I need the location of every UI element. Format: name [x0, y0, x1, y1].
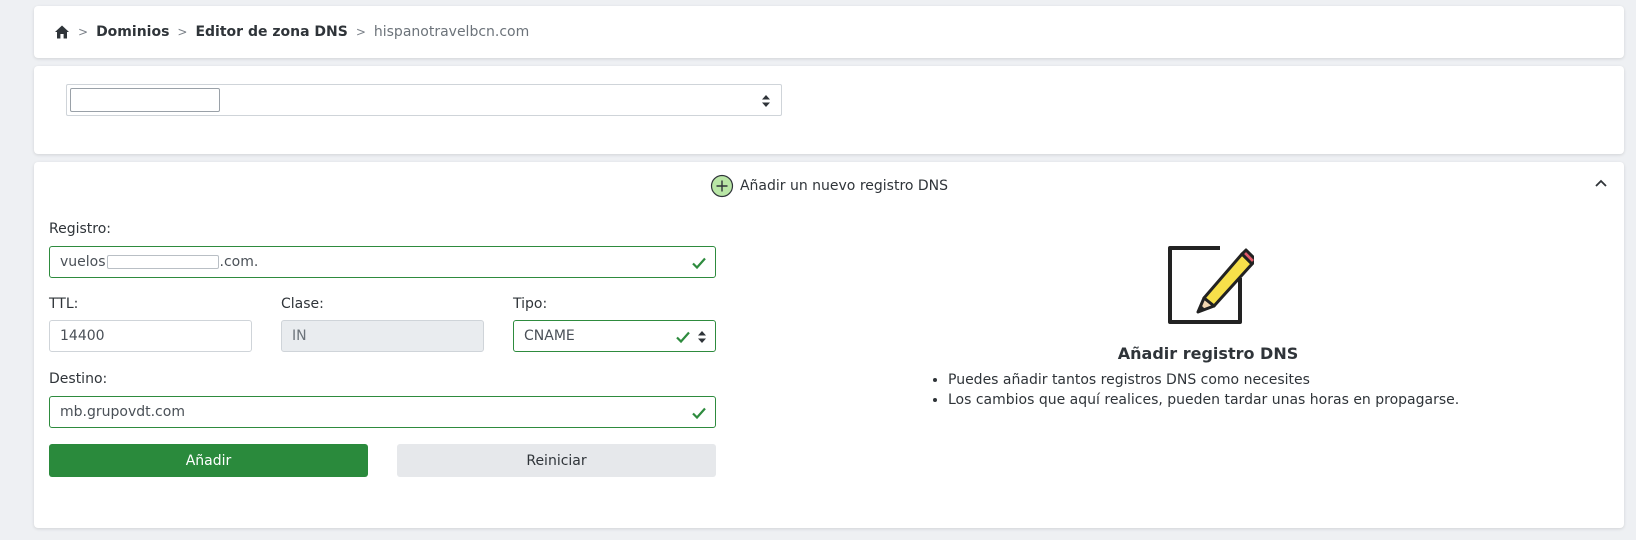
clase-label: Clase:	[281, 296, 324, 312]
home-icon[interactable]	[54, 24, 70, 40]
registro-suffix: .com.	[219, 254, 259, 270]
help-title: Añadir registro DNS	[1117, 344, 1299, 363]
domain-search-input[interactable]	[70, 88, 220, 112]
edit-pencil-icon	[1162, 242, 1258, 332]
tipo-label: Tipo:	[513, 296, 548, 312]
domain-select[interactable]	[66, 84, 782, 116]
help-bullet: Los cambios que aquí realices, pueden ta…	[948, 390, 1459, 410]
breadcrumb-separator: >	[78, 25, 89, 39]
domain-select-card	[34, 66, 1624, 154]
clase-input: IN	[281, 320, 484, 352]
ttl-input[interactable]: 14400	[49, 320, 252, 352]
check-icon	[691, 405, 707, 421]
check-icon	[691, 255, 707, 271]
registro-input[interactable]: vuelos .com.	[49, 246, 716, 278]
add-dns-record-card: Añadir un nuevo registro DNS Registro: v…	[34, 162, 1624, 528]
check-icon	[675, 329, 691, 345]
breadcrumb-dominios[interactable]: Dominios	[96, 24, 169, 40]
redacted-block	[106, 255, 219, 269]
registro-prefix: vuelos	[60, 254, 106, 270]
clase-value: IN	[292, 328, 307, 344]
chevron-up-icon[interactable]	[1594, 176, 1608, 190]
breadcrumb-current: hispanotravelbcn.com	[373, 24, 530, 40]
ttl-value: 14400	[60, 328, 105, 344]
breadcrumb-separator: >	[177, 25, 188, 39]
tipo-value: CNAME	[524, 328, 575, 344]
destino-value: mb.grupovdt.com	[60, 404, 185, 420]
help-list: Puedes añadir tantos registros DNS como …	[930, 370, 1459, 410]
destino-input[interactable]: mb.grupovdt.com	[49, 396, 716, 428]
reset-button[interactable]: Reiniciar	[397, 444, 716, 477]
registro-label: Registro:	[49, 221, 112, 237]
tipo-select[interactable]: CNAME	[513, 320, 716, 352]
add-dns-header[interactable]: Añadir un nuevo registro DNS	[34, 162, 1624, 210]
breadcrumb-separator: >	[355, 25, 366, 39]
help-bullet: Puedes añadir tantos registros DNS como …	[948, 370, 1459, 390]
add-button[interactable]: Añadir	[49, 444, 368, 477]
select-arrows-icon	[761, 94, 771, 108]
breadcrumb-card: > Dominios > Editor de zona DNS > hispan…	[34, 6, 1624, 58]
destino-label: Destino:	[49, 371, 108, 387]
breadcrumb: > Dominios > Editor de zona DNS > hispan…	[54, 24, 529, 40]
add-circle-icon	[710, 174, 734, 198]
add-dns-header-title: Añadir un nuevo registro DNS	[739, 178, 949, 194]
ttl-label: TTL:	[49, 296, 79, 312]
select-arrows-icon	[697, 330, 707, 344]
breadcrumb-editor-zona[interactable]: Editor de zona DNS	[195, 24, 347, 40]
